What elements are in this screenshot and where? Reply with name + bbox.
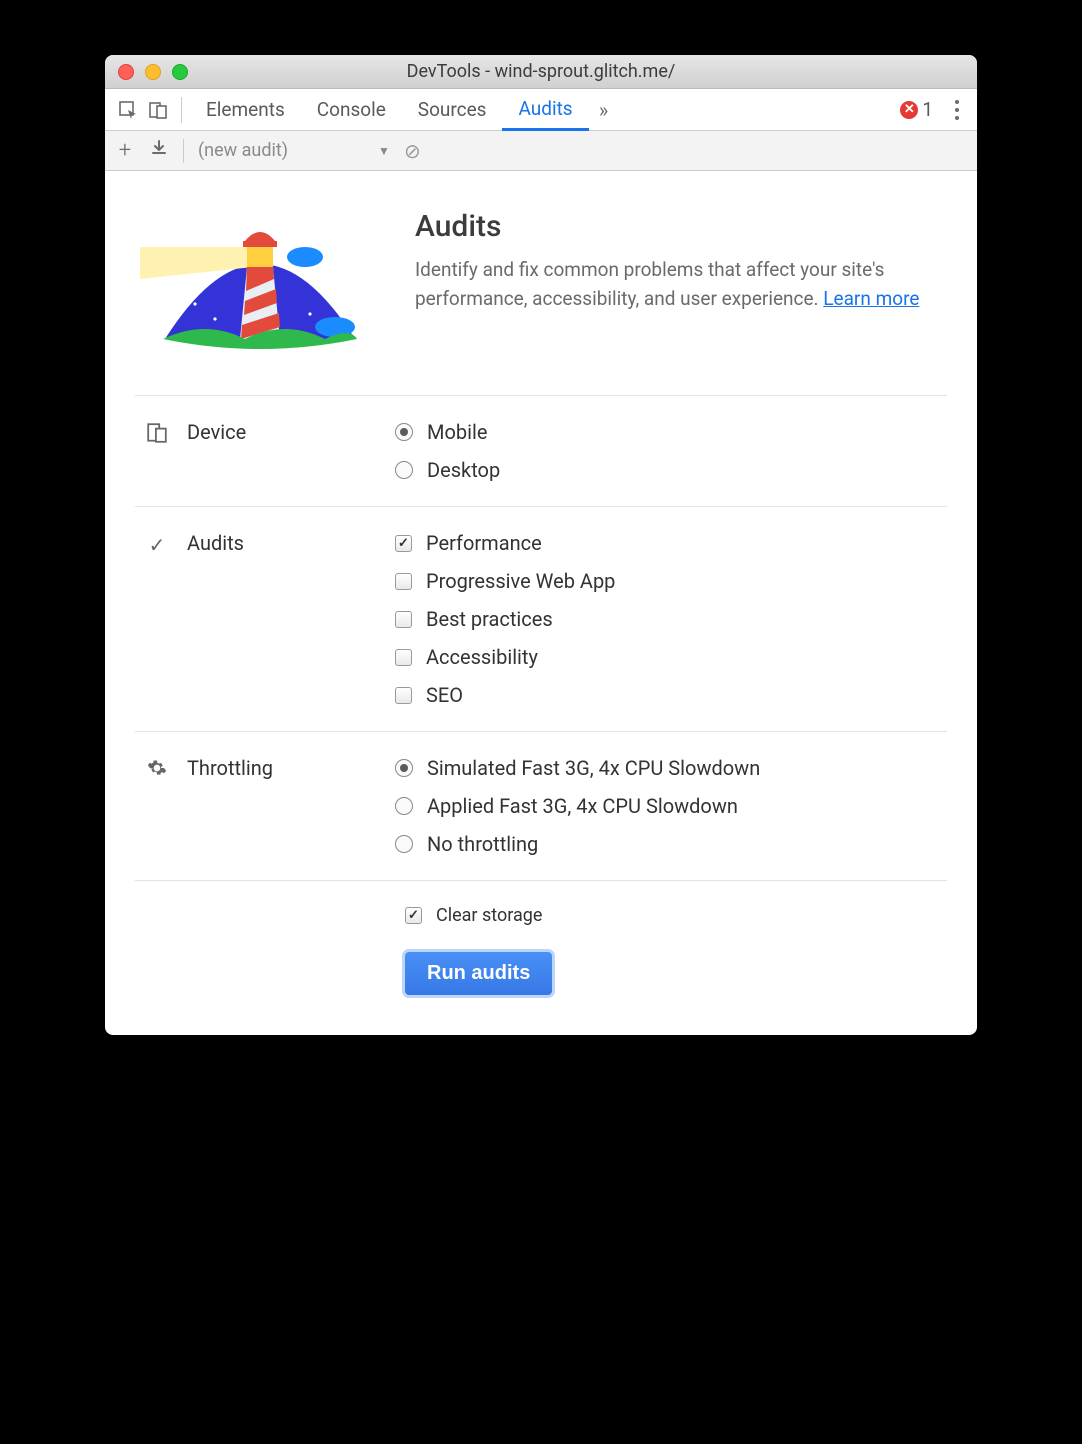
option-label: No throttling [427,832,538,856]
audit-option-performance[interactable]: Performance [395,531,947,555]
checkbox-icon [395,687,412,704]
lighthouse-illustration [135,209,385,359]
check-icon: ✓ [145,531,169,557]
devtools-window: DevTools - wind-sprout.glitch.me/ Elemen… [105,55,977,1035]
audits-panel: Audits Identify and fix common problems … [105,171,977,1035]
download-icon[interactable] [149,139,169,162]
page-description: Identify and fix common problems that af… [415,256,947,313]
new-audit-icon[interactable]: + [115,138,135,163]
section-device: Device Mobile Desktop [135,395,947,506]
checkbox-icon [395,573,412,590]
checkbox-icon [395,649,412,666]
close-window-button[interactable] [118,64,134,80]
option-label: Best practices [426,607,553,631]
option-label: Accessibility [426,645,538,669]
description-text: Identify and fix common problems that af… [415,258,884,310]
audit-select-dropdown[interactable]: (new audit) ▼ [198,140,390,161]
separator [181,97,182,123]
throttling-option-applied[interactable]: Applied Fast 3G, 4x CPU Slowdown [395,794,947,818]
error-icon: ✕ [900,101,918,119]
radio-icon [395,835,413,853]
hero-text: Audits Identify and fix common problems … [415,209,947,359]
option-label: Applied Fast 3G, 4x CPU Slowdown [427,794,738,818]
page-title: Audits [415,209,947,244]
option-label: Desktop [427,458,500,482]
gear-icon [145,756,169,778]
option-label: Simulated Fast 3G, 4x CPU Slowdown [427,756,760,780]
device-option-mobile[interactable]: Mobile [395,420,947,444]
error-count: 1 [922,98,933,121]
error-indicator[interactable]: ✕ 1 [900,98,933,121]
audit-option-best-practices[interactable]: Best practices [395,607,947,631]
clear-storage-option[interactable]: Clear storage [405,905,947,926]
tab-audits[interactable]: Audits [502,90,588,131]
device-toggle-icon[interactable] [143,100,173,120]
section-audits: ✓ Audits Performance Progressive Web App… [135,506,947,731]
tab-sources[interactable]: Sources [402,89,503,130]
settings-menu-icon[interactable] [945,100,969,120]
section-label: Throttling [187,756,273,780]
option-label: Progressive Web App [426,569,615,593]
throttling-option-simulated[interactable]: Simulated Fast 3G, 4x CPU Slowdown [395,756,947,780]
section-throttling: Throttling Simulated Fast 3G, 4x CPU Slo… [135,731,947,880]
device-option-desktop[interactable]: Desktop [395,458,947,482]
throttling-option-none[interactable]: No throttling [395,832,947,856]
learn-more-link[interactable]: Learn more [823,287,919,310]
window-controls [105,64,188,80]
option-label: Clear storage [436,905,542,926]
separator [183,139,184,163]
tab-elements[interactable]: Elements [190,89,301,130]
tab-label: Sources [418,98,487,121]
option-label: Performance [426,531,542,555]
audit-option-accessibility[interactable]: Accessibility [395,645,947,669]
run-audits-button[interactable]: Run audits [405,952,552,995]
radio-icon [395,423,413,441]
inspect-element-icon[interactable] [113,100,143,120]
section-label: Device [187,420,246,444]
minimize-window-button[interactable] [145,64,161,80]
option-label: Mobile [427,420,487,444]
audit-option-seo[interactable]: SEO [395,683,947,707]
zoom-window-button[interactable] [172,64,188,80]
tab-label: Console [317,98,386,121]
option-label: SEO [426,683,463,707]
tab-label: Audits [518,97,572,120]
chevron-down-icon: ▼ [378,144,390,158]
section-run: Clear storage Run audits [135,880,947,995]
section-label: Audits [187,531,244,555]
tab-console[interactable]: Console [301,89,402,130]
audits-toolbar: + (new audit) ▼ ⊘ [105,131,977,171]
audit-option-pwa[interactable]: Progressive Web App [395,569,947,593]
more-tabs-icon[interactable]: » [589,98,619,122]
dropdown-label: (new audit) [198,140,288,161]
tab-label: Elements [206,98,285,121]
panel-tabstrip: Elements Console Sources Audits » ✕ 1 [105,89,977,131]
radio-icon [395,759,413,777]
checkbox-icon [395,611,412,628]
checkbox-icon [395,535,412,552]
radio-icon [395,797,413,815]
radio-icon [395,461,413,479]
clear-icon[interactable]: ⊘ [404,139,421,163]
checkbox-icon [405,907,422,924]
window-title: DevTools - wind-sprout.glitch.me/ [105,61,977,82]
hero: Audits Identify and fix common problems … [135,195,947,395]
titlebar: DevTools - wind-sprout.glitch.me/ [105,55,977,89]
device-icon [145,420,169,444]
